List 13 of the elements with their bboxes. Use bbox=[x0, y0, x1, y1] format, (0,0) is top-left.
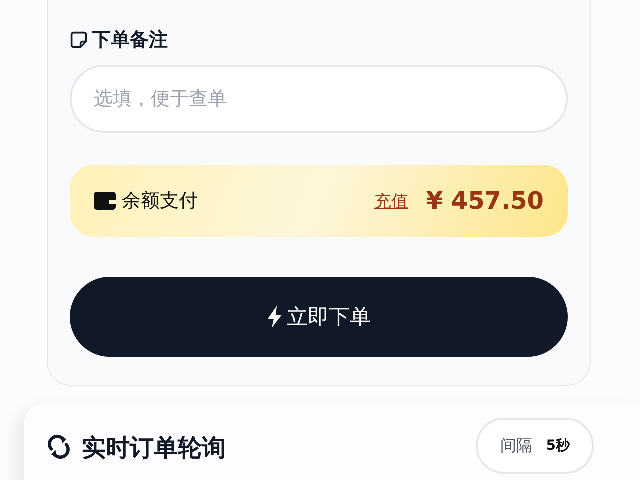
note-icon bbox=[70, 31, 88, 49]
lightning-icon bbox=[267, 306, 283, 328]
interval-value: 5秒 bbox=[546, 437, 570, 455]
refresh-icon bbox=[46, 434, 72, 460]
polling-title: 实时订单轮询 bbox=[82, 433, 226, 464]
wallet-icon bbox=[94, 192, 116, 210]
payment-label: 余额支付 bbox=[122, 189, 198, 214]
balance-amount: ¥ 457.50 bbox=[426, 187, 544, 215]
recharge-link[interactable]: 充值 bbox=[374, 190, 408, 212]
remark-label: 下单备注 bbox=[92, 28, 168, 53]
submit-button[interactable]: 立即下单 bbox=[70, 277, 568, 357]
interval-label: 间隔 bbox=[500, 436, 532, 456]
remark-field[interactable]: 选填，便于查单 bbox=[70, 65, 568, 133]
